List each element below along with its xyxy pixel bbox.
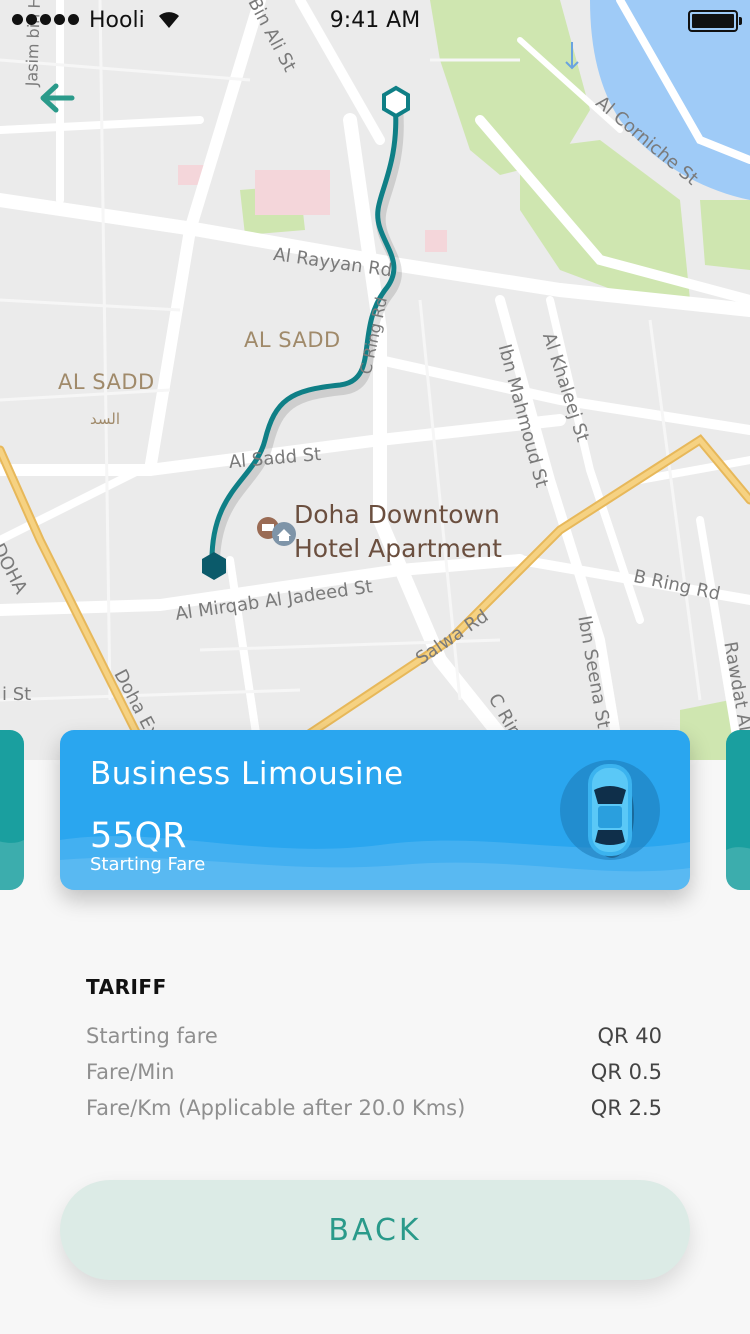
- vehicle-card-previous[interactable]: [0, 730, 24, 890]
- map-view[interactable]: Jasim bin Hamad St Bin Ali St Al Cornich…: [0, 0, 750, 760]
- tariff-row: Starting fare QR 40: [86, 1024, 662, 1048]
- vehicle-card-selected[interactable]: Business Limousine 55QR Starting Fare: [60, 730, 690, 890]
- status-bar: Hooli 9:41 AM: [0, 0, 750, 40]
- starting-fare-caption: Starting Fare: [90, 854, 206, 875]
- card-wave-decoration: [726, 847, 750, 890]
- status-time: 9:41 AM: [329, 8, 421, 33]
- street-label: i St: [2, 684, 32, 705]
- tariff-value: QR 2.5: [590, 1096, 662, 1120]
- district-label: AL SADD: [244, 328, 341, 352]
- battery-icon: [688, 10, 742, 32]
- tariff-value: QR 0.5: [590, 1060, 662, 1084]
- tariff-label: Fare/Min: [86, 1060, 175, 1084]
- arrow-left-icon[interactable]: [36, 80, 76, 116]
- district-label: AL SADD: [58, 370, 155, 394]
- home-icon: [272, 522, 296, 546]
- starting-fare-amount: 55QR: [90, 816, 187, 856]
- vehicle-card-next[interactable]: [726, 730, 750, 890]
- card-wave-decoration: [0, 840, 24, 890]
- tariff-row: Fare/Min QR 0.5: [86, 1060, 662, 1084]
- tariff-label: Fare/Km (Applicable after 20.0 Kms): [86, 1096, 466, 1120]
- tariff-row: Fare/Km (Applicable after 20.0 Kms) QR 2…: [86, 1096, 662, 1120]
- destination-pin-icon: [202, 552, 226, 580]
- vehicle-class-title: Business Limousine: [90, 756, 404, 792]
- car-icon: [560, 760, 660, 860]
- tariff-value: QR 40: [597, 1024, 662, 1048]
- tariff-label: Starting fare: [86, 1024, 218, 1048]
- poi-name-line2: Hotel Apartment: [294, 534, 502, 563]
- district-arabic-label: السد: [90, 410, 120, 428]
- tariff-heading: TARIFF: [86, 975, 167, 999]
- back-button[interactable]: BACK: [60, 1180, 690, 1280]
- poi-name[interactable]: Doha Downtown Hotel Apartment: [294, 498, 502, 566]
- hexagon-origin-icon: [382, 85, 410, 119]
- poi-name-line1: Doha Downtown: [294, 500, 500, 529]
